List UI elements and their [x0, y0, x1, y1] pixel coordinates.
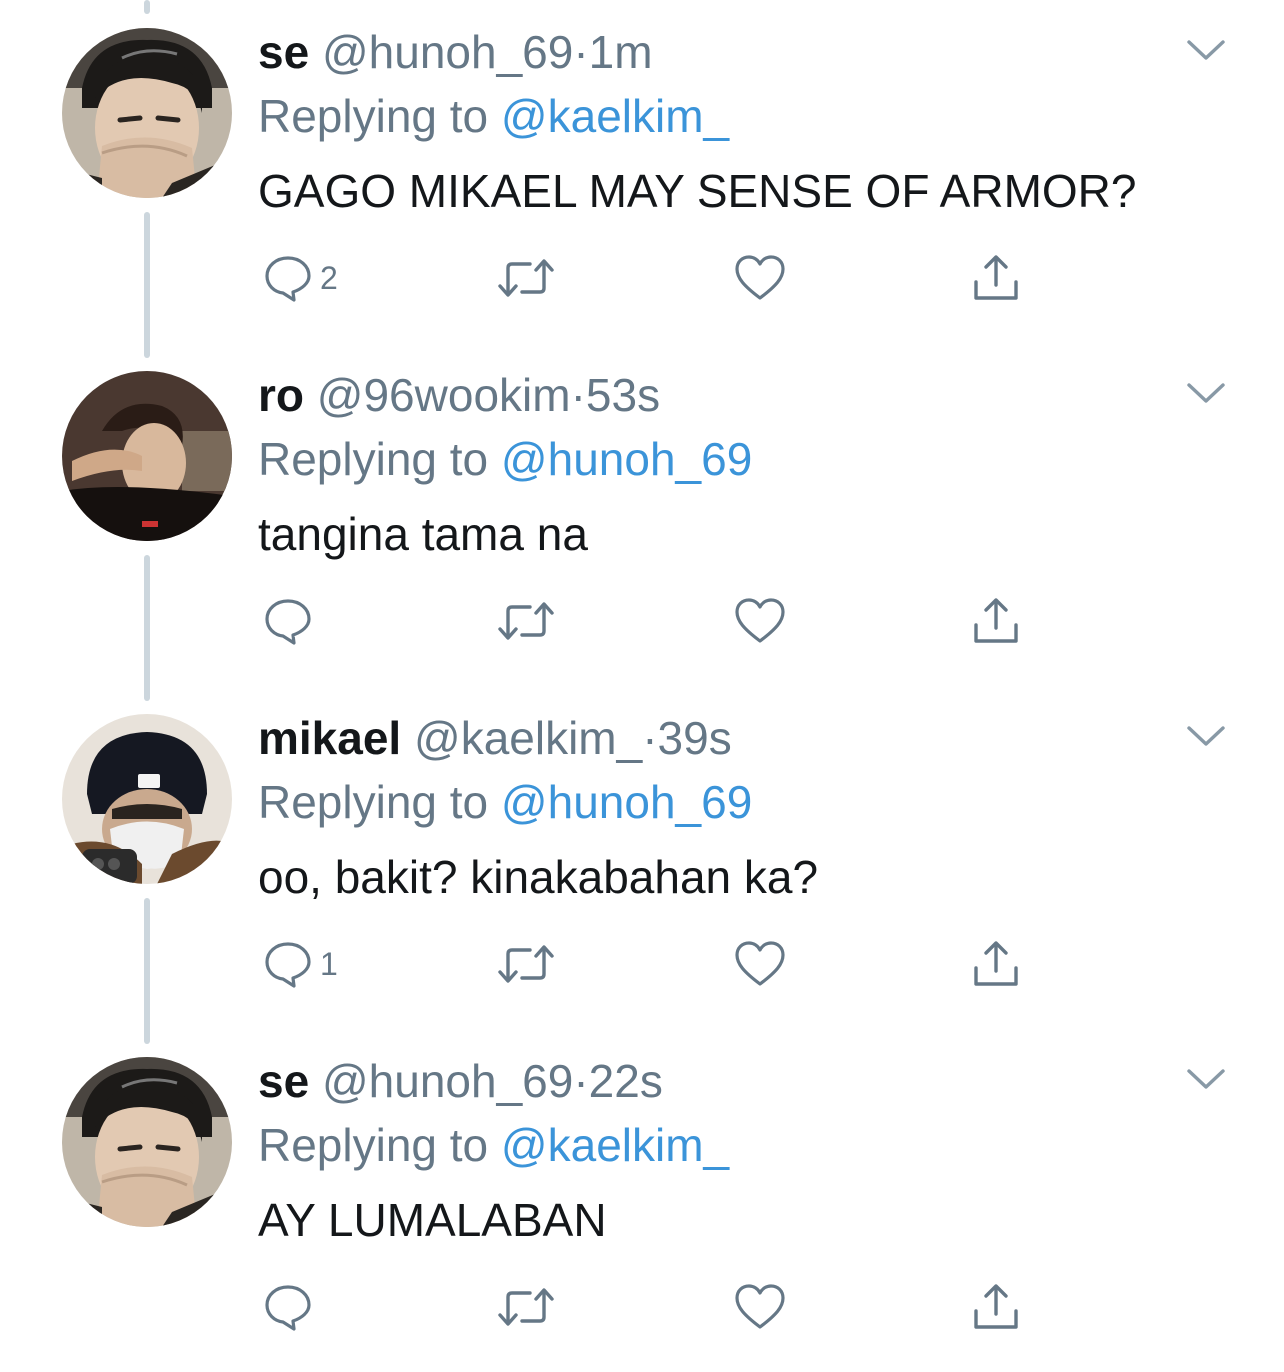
tweet-actions: 2	[258, 248, 1058, 308]
like-button[interactable]	[734, 934, 786, 994]
tweet-text: oo, bakit? kinakabahan ka?	[258, 851, 819, 903]
like-button[interactable]	[734, 591, 786, 651]
chevron-down-icon[interactable]	[1186, 38, 1226, 62]
retweet-icon	[496, 254, 556, 302]
heart-icon	[734, 940, 786, 988]
separator: ·	[570, 369, 586, 421]
handle[interactable]: @hunoh_69	[322, 26, 573, 78]
reply-icon	[264, 940, 312, 988]
avatar[interactable]	[62, 714, 232, 884]
tweet-text: GAGO MIKAEL MAY SENSE OF ARMOR?	[258, 165, 1137, 217]
timestamp[interactable]: 53s	[586, 369, 660, 421]
tweet-header: mikael @kaelkim_·39s	[258, 710, 732, 766]
handle[interactable]: @kaelkim_	[414, 712, 642, 764]
display-name[interactable]: se	[258, 1055, 309, 1107]
heart-icon	[734, 254, 786, 302]
mention-link[interactable]: @hunoh_69	[501, 433, 752, 485]
reply-icon	[264, 254, 312, 302]
mention-link[interactable]: @kaelkim_	[501, 1119, 729, 1171]
avatar[interactable]	[62, 1057, 232, 1227]
replying-prefix: Replying to	[258, 90, 489, 142]
timestamp[interactable]: 1m	[589, 26, 653, 78]
reply-button[interactable]: 2	[264, 248, 338, 308]
handle[interactable]: @96wookim	[317, 369, 571, 421]
mention-link[interactable]: @kaelkim_	[501, 90, 729, 142]
tweet-card[interactable]: ro @96wookim·53s Replying to @hunoh_69 t…	[0, 343, 1284, 686]
retweet-icon	[496, 597, 556, 645]
chevron-down-icon[interactable]	[1186, 724, 1226, 748]
handle[interactable]: @hunoh_69	[322, 1055, 573, 1107]
replying-to: Replying to @hunoh_69	[258, 774, 752, 830]
share-icon	[972, 940, 1020, 988]
tweet-card[interactable]: mikael @kaelkim_·39s Replying to @hunoh_…	[0, 686, 1284, 1029]
like-button[interactable]	[734, 1277, 786, 1337]
timestamp[interactable]: 39s	[658, 712, 732, 764]
mention-link[interactable]: @hunoh_69	[501, 776, 752, 828]
retweet-button[interactable]	[496, 591, 556, 651]
display-name[interactable]: ro	[258, 369, 304, 421]
retweet-button[interactable]	[496, 248, 556, 308]
replying-prefix: Replying to	[258, 776, 489, 828]
display-name[interactable]: mikael	[258, 712, 401, 764]
replying-to: Replying to @kaelkim_	[258, 88, 729, 144]
reply-button[interactable]	[264, 591, 320, 651]
share-button[interactable]	[972, 248, 1020, 308]
reply-icon	[264, 597, 312, 645]
tweet-header: ro @96wookim·53s	[258, 367, 660, 423]
separator: ·	[573, 26, 589, 78]
share-button[interactable]	[972, 591, 1020, 651]
display-name[interactable]: se	[258, 26, 309, 78]
retweet-button[interactable]	[496, 934, 556, 994]
chevron-down-icon[interactable]	[1186, 1067, 1226, 1091]
heart-icon	[734, 1283, 786, 1331]
tweet-header: se @hunoh_69·22s	[258, 1053, 663, 1109]
separator: ·	[642, 712, 658, 764]
like-button[interactable]	[734, 248, 786, 308]
tweet-card[interactable]: se @hunoh_69·22s Replying to @kaelkim_ A…	[0, 1029, 1284, 1372]
reply-count: 2	[320, 259, 338, 296]
tweet-text: AY LUMALABAN	[258, 1194, 607, 1246]
replying-to: Replying to @hunoh_69	[258, 431, 752, 487]
avatar[interactable]	[62, 28, 232, 198]
reply-button[interactable]	[264, 1277, 320, 1337]
share-button[interactable]	[972, 1277, 1020, 1337]
share-button[interactable]	[972, 934, 1020, 994]
separator: ·	[573, 1055, 589, 1107]
tweet-text: tangina tama na	[258, 508, 588, 560]
tweet-actions	[258, 591, 1058, 651]
share-icon	[972, 597, 1020, 645]
chevron-down-icon[interactable]	[1186, 381, 1226, 405]
replying-to: Replying to @kaelkim_	[258, 1117, 729, 1173]
replying-prefix: Replying to	[258, 433, 489, 485]
share-icon	[972, 1283, 1020, 1331]
reply-count: 1	[320, 945, 338, 982]
tweet-actions	[258, 1277, 1058, 1337]
retweet-icon	[496, 1283, 556, 1331]
tweet-card[interactable]: se @hunoh_69·1m Replying to @kaelkim_ GA…	[0, 0, 1284, 343]
replying-prefix: Replying to	[258, 1119, 489, 1171]
reply-icon	[264, 1283, 312, 1331]
reply-button[interactable]: 1	[264, 934, 338, 994]
tweet-actions: 1	[258, 934, 1058, 994]
heart-icon	[734, 597, 786, 645]
retweet-button[interactable]	[496, 1277, 556, 1337]
timestamp[interactable]: 22s	[589, 1055, 663, 1107]
tweet-header: se @hunoh_69·1m	[258, 24, 653, 80]
retweet-icon	[496, 940, 556, 988]
share-icon	[972, 254, 1020, 302]
avatar[interactable]	[62, 371, 232, 541]
